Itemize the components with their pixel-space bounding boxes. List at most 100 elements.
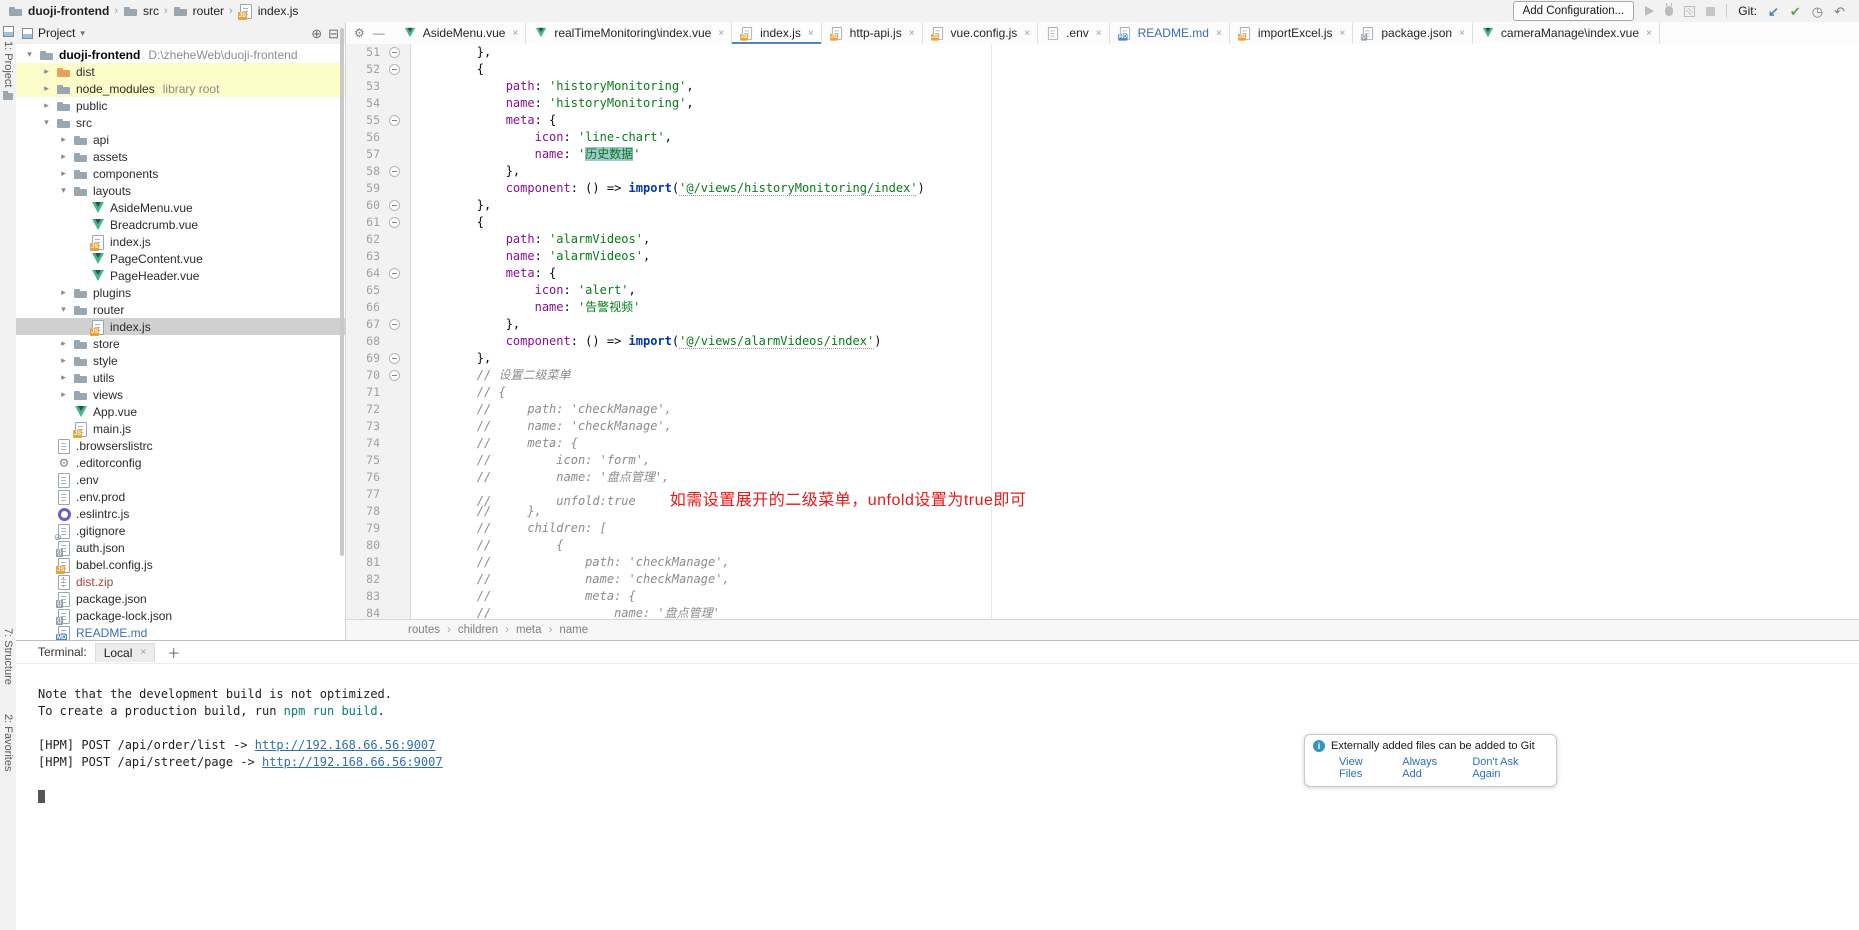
project-view-selector[interactable]: Project ▾ <box>22 26 85 40</box>
fold-icon[interactable] <box>389 166 400 177</box>
fold-icon[interactable] <box>389 353 400 364</box>
tree-scrollbar[interactable] <box>340 28 344 556</box>
editor-breadcrumb-name[interactable]: name <box>559 624 588 636</box>
tree-item-main.js[interactable]: JSmain.js <box>16 420 345 437</box>
tree-item-node_modules[interactable]: ▸node_moduleslibrary root <box>16 80 345 97</box>
git-rollback-icon[interactable]: ↶ <box>1834 5 1845 18</box>
tree-item-duoji-frontend[interactable]: ▾duoji-frontendD:\zheheWeb\duoji-fronten… <box>16 46 345 63</box>
code-editor[interactable]: 51 },52 {53 path: 'historyMonitoring',54… <box>346 44 1859 620</box>
chevron-right-icon[interactable]: ▸ <box>41 83 52 94</box>
tree-item-auth.json[interactable]: {}auth.json <box>16 539 345 556</box>
chevron-right-icon[interactable]: ▸ <box>58 287 69 298</box>
terminal-link[interactable]: http://192.168.66.56:9007 <box>262 755 443 769</box>
chevron-right-icon[interactable]: ▸ <box>41 66 52 77</box>
tree-item-App.vue[interactable]: App.vue <box>16 403 345 420</box>
notification-link-always-add[interactable]: Always Add <box>1402 756 1458 780</box>
tree-item-.env[interactable]: .env <box>16 471 345 488</box>
tree-item-package.json[interactable]: {}package.json <box>16 590 345 607</box>
tree-item-AsideMenu.vue[interactable]: AsideMenu.vue <box>16 199 345 216</box>
fold-icon[interactable] <box>389 370 400 381</box>
tree-item-plugins[interactable]: ▸plugins <box>16 284 345 301</box>
chevron-right-icon[interactable]: ▸ <box>58 338 69 349</box>
close-icon[interactable]: × <box>718 28 724 39</box>
collapse-all-icon[interactable]: ⊟ <box>328 27 339 40</box>
coverage-icon[interactable] <box>1684 6 1695 17</box>
close-icon[interactable]: × <box>512 28 518 39</box>
tree-item-utils[interactable]: ▸utils <box>16 369 345 386</box>
fold-icon[interactable] <box>389 64 400 75</box>
fold-icon[interactable] <box>389 115 400 126</box>
editor-tab-cameraManage\index.vue[interactable]: cameraManage\index.vue× <box>1473 22 1660 44</box>
terminal-link[interactable]: http://192.168.66.56:9007 <box>255 738 436 752</box>
tree-item-PageHeader.vue[interactable]: PageHeader.vue <box>16 267 345 284</box>
breadcrumb-item-duoji-frontend[interactable]: duoji-frontend <box>8 3 109 19</box>
notification-link-don-t-ask-again[interactable]: Don't Ask Again <box>1472 756 1548 780</box>
git-commit-icon[interactable]: ✔ <box>1790 5 1801 18</box>
tree-item-README.md[interactable]: MDREADME.md <box>16 624 345 640</box>
close-icon[interactable]: × <box>808 28 814 39</box>
chevron-right-icon[interactable]: ▸ <box>58 355 69 366</box>
stop-icon[interactable] <box>1706 7 1715 16</box>
tree-item-.browserslistrc[interactable]: .browserslistrc <box>16 437 345 454</box>
close-icon[interactable]: × <box>1340 28 1346 39</box>
tree-item-index.js[interactable]: JSindex.js <box>16 318 345 335</box>
breadcrumb-item-router[interactable]: router <box>173 3 224 19</box>
tree-item-.eslintrc.js[interactable]: .eslintrc.js <box>16 505 345 522</box>
tree-item-.env.prod[interactable]: .env.prod <box>16 488 345 505</box>
settings-icon[interactable]: ⚙ <box>354 25 365 41</box>
tree-item-Breadcrumb.vue[interactable]: Breadcrumb.vue <box>16 216 345 233</box>
close-icon[interactable]: × <box>140 647 146 658</box>
editor-breadcrumb-children[interactable]: children <box>458 624 498 636</box>
close-icon[interactable]: × <box>1646 28 1652 39</box>
tree-item-.editorconfig[interactable]: ⚙.editorconfig <box>16 454 345 471</box>
hide-panel-icon[interactable]: — <box>373 25 385 41</box>
debug-icon[interactable] <box>1665 6 1673 16</box>
fold-icon[interactable] <box>389 217 400 228</box>
editor-tab-vue.config.js[interactable]: JSvue.config.js× <box>923 22 1039 44</box>
tree-item-assets[interactable]: ▸assets <box>16 148 345 165</box>
fold-icon[interactable] <box>389 47 400 58</box>
tool-stripe-project[interactable]: 1: Project <box>2 41 14 87</box>
chevron-right-icon[interactable]: ▸ <box>58 151 69 162</box>
editor-breadcrumb-meta[interactable]: meta <box>516 624 542 636</box>
terminal-tab-local[interactable]: Local × <box>95 643 156 662</box>
editor-tab-importExcel.js[interactable]: JSimportExcel.js× <box>1230 22 1354 44</box>
tree-item-api[interactable]: ▸api <box>16 131 345 148</box>
new-terminal-icon[interactable]: ＋ <box>163 643 184 662</box>
add-configuration-button[interactable]: Add Configuration... <box>1513 1 1635 21</box>
editor-tab-realTimeMonitoring\index.vue[interactable]: realTimeMonitoring\index.vue× <box>526 22 732 44</box>
editor-tab-.env[interactable]: .env× <box>1038 22 1110 44</box>
fold-icon[interactable] <box>389 268 400 279</box>
close-icon[interactable]: × <box>1216 28 1222 39</box>
run-icon[interactable] <box>1645 6 1654 16</box>
tree-item-layouts[interactable]: ▾layouts <box>16 182 345 199</box>
chevron-right-icon[interactable]: ▸ <box>58 168 69 179</box>
chevron-down-icon[interactable]: ▾ <box>24 49 35 60</box>
tree-item-router[interactable]: ▾router <box>16 301 345 318</box>
breadcrumb-item-src[interactable]: src <box>123 3 159 19</box>
tree-item-package-lock.json[interactable]: {}package-lock.json <box>16 607 345 624</box>
breadcrumb-item-index.js[interactable]: JSindex.js <box>238 3 299 19</box>
tree-item-style[interactable]: ▸style <box>16 352 345 369</box>
tree-item-components[interactable]: ▸components <box>16 165 345 182</box>
close-icon[interactable]: × <box>1459 28 1465 39</box>
tool-stripe-structure[interactable]: 7: Structure <box>2 628 14 685</box>
locate-file-icon[interactable]: ⊕ <box>311 27 322 40</box>
notification-link-view-files[interactable]: View Files <box>1339 756 1388 780</box>
editor-tab-package.json[interactable]: {}package.json× <box>1353 22 1473 44</box>
chevron-right-icon[interactable]: ▸ <box>58 372 69 383</box>
git-history-icon[interactable]: ◷ <box>1812 5 1823 18</box>
close-icon[interactable]: × <box>1024 28 1030 39</box>
close-icon[interactable]: × <box>909 28 915 39</box>
tree-item-public[interactable]: ▸public <box>16 97 345 114</box>
chevron-right-icon[interactable]: ▸ <box>58 134 69 145</box>
editor-tab-README.md[interactable]: MDREADME.md× <box>1110 22 1230 44</box>
tool-stripe-favorites[interactable]: 2: Favorites <box>2 714 14 771</box>
tree-item-dist.zip[interactable]: dist.zip <box>16 573 345 590</box>
tree-item-src[interactable]: ▾src <box>16 114 345 131</box>
git-update-icon[interactable]: ↙ <box>1768 5 1779 18</box>
editor-breadcrumb-routes[interactable]: routes <box>408 624 440 636</box>
tree-item-dist[interactable]: ▸dist <box>16 63 345 80</box>
chevron-right-icon[interactable]: ▸ <box>41 100 52 111</box>
tree-item-index.js[interactable]: JSindex.js <box>16 233 345 250</box>
